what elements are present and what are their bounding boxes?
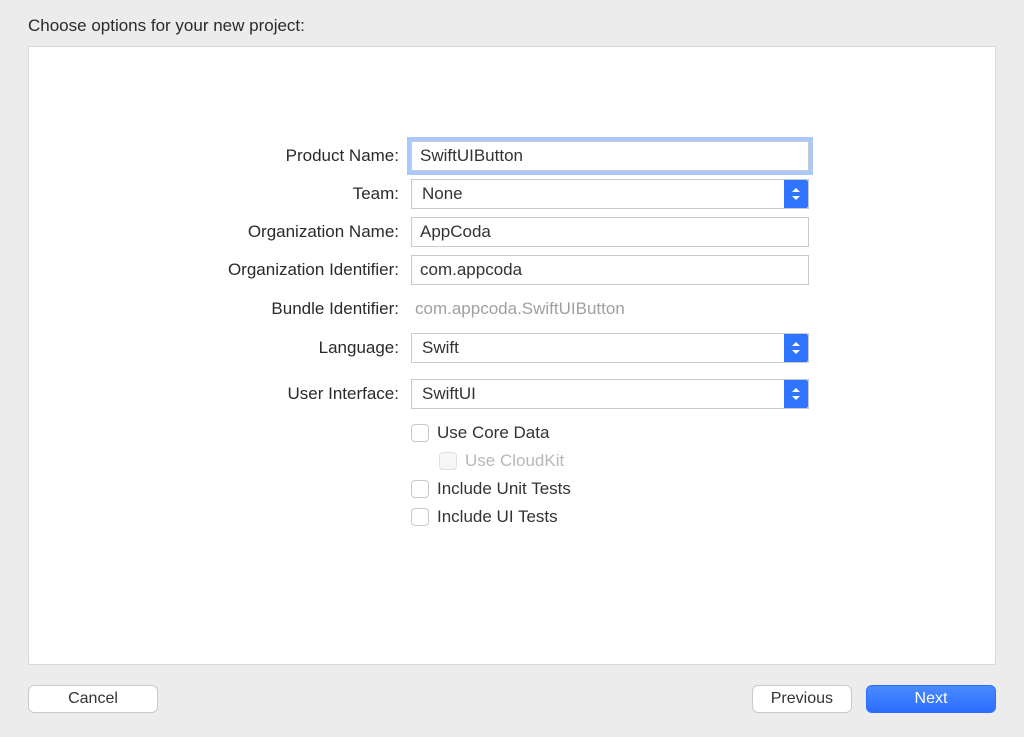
team-select[interactable]: None (411, 179, 809, 209)
organization-identifier-label: Organization Identifier: (29, 254, 399, 286)
updown-arrows-icon (784, 334, 808, 362)
product-name-label: Product Name: (29, 140, 399, 172)
use-core-data-checkbox[interactable] (411, 424, 429, 442)
use-cloudkit-checkbox (439, 452, 457, 470)
dialog-title: Choose options for your new project: (0, 0, 1024, 46)
form-panel: Product Name: Team: None Organization Na… (28, 46, 996, 665)
language-select[interactable]: Swift (411, 333, 809, 363)
use-core-data-row: Use Core Data (411, 419, 821, 447)
new-project-options-dialog: Choose options for your new project: Pro… (0, 0, 1024, 737)
team-select-value: None (422, 184, 463, 204)
organization-name-input[interactable] (411, 217, 809, 247)
dialog-footer: Cancel Previous Next (0, 665, 1024, 737)
cancel-button[interactable]: Cancel (28, 685, 158, 713)
include-unit-tests-checkbox[interactable] (411, 480, 429, 498)
user-interface-select[interactable]: SwiftUI (411, 379, 809, 409)
previous-button[interactable]: Previous (752, 685, 852, 713)
organization-identifier-input[interactable] (411, 255, 809, 285)
user-interface-label: User Interface: (29, 370, 399, 410)
use-cloudkit-label: Use CloudKit (465, 451, 564, 471)
updown-arrows-icon (784, 180, 808, 208)
use-cloudkit-row: Use CloudKit (411, 447, 821, 475)
include-ui-tests-checkbox[interactable] (411, 508, 429, 526)
bundle-identifier-label: Bundle Identifier: (29, 293, 399, 325)
user-interface-select-value: SwiftUI (422, 384, 476, 404)
include-unit-tests-row: Include Unit Tests (411, 475, 821, 503)
include-ui-tests-row: Include UI Tests (411, 503, 821, 531)
use-core-data-label: Use Core Data (437, 423, 549, 443)
updown-arrows-icon (784, 380, 808, 408)
product-name-input[interactable] (411, 141, 809, 171)
next-button[interactable]: Next (866, 685, 996, 713)
language-label: Language: (29, 332, 399, 364)
include-ui-tests-label: Include UI Tests (437, 507, 558, 527)
include-unit-tests-label: Include Unit Tests (437, 479, 571, 499)
team-label: Team: (29, 178, 399, 210)
organization-name-label: Organization Name: (29, 216, 399, 248)
language-select-value: Swift (422, 338, 459, 358)
bundle-identifier-value: com.appcoda.SwiftUIButton (411, 293, 821, 325)
